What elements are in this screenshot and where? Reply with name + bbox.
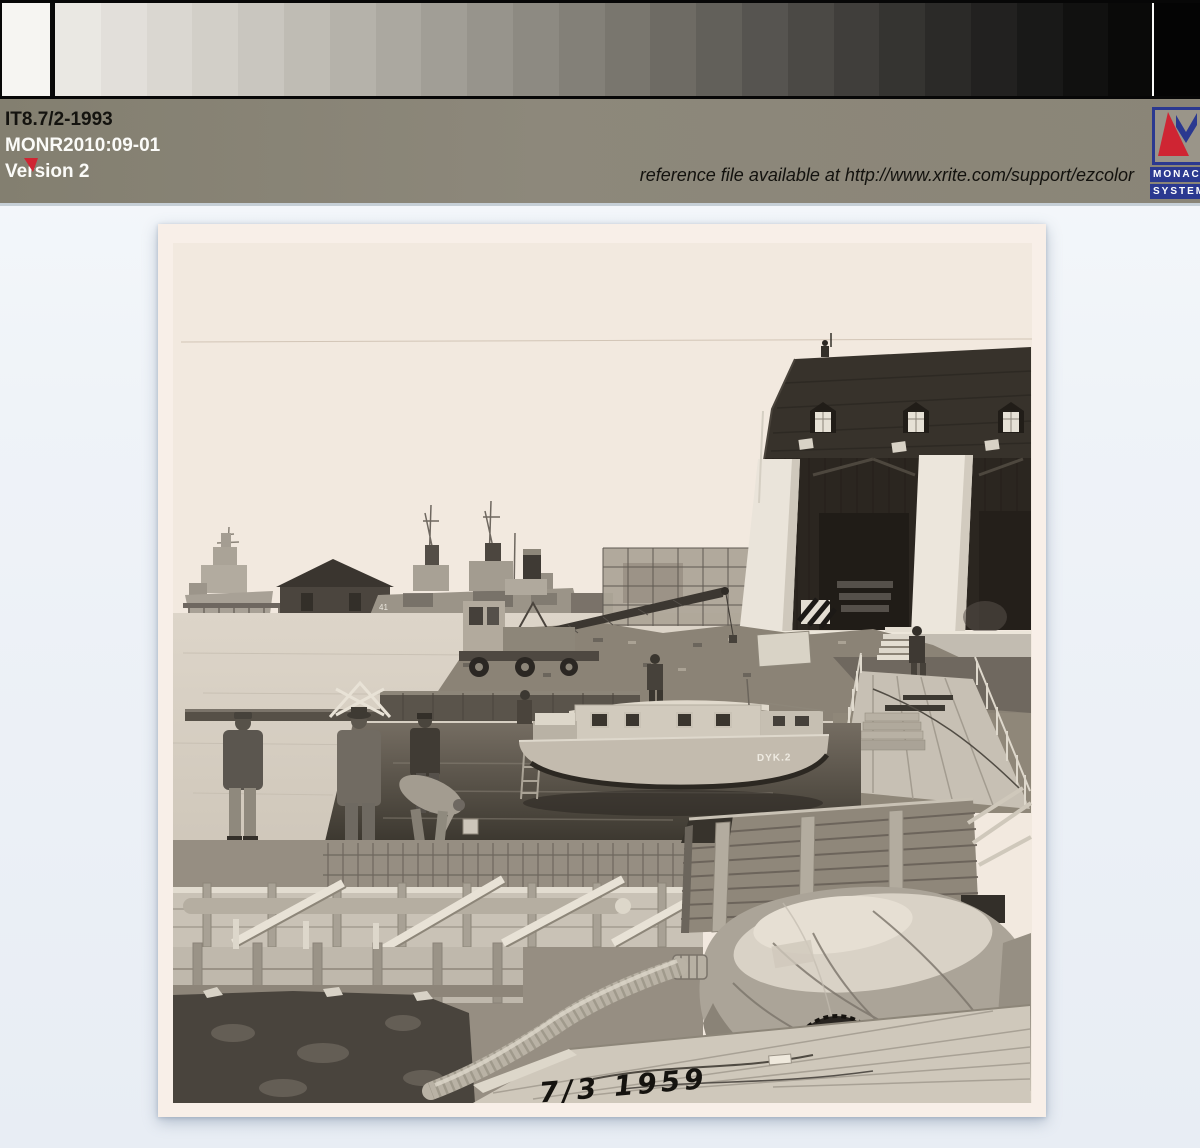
bucket — [463, 819, 478, 834]
gray-step-patch — [650, 3, 696, 96]
gray-step-patch — [1154, 3, 1200, 96]
wedge-separator-line — [1152, 3, 1154, 96]
gray-step-patch — [925, 3, 971, 96]
grayscale-wedge — [55, 3, 1200, 96]
gray-step-patch — [238, 3, 284, 96]
white-crate — [757, 631, 811, 667]
gray-step-patch — [330, 3, 376, 96]
calibration-target-id: MONR2010:09-01 — [5, 133, 160, 159]
gray-step-patch — [559, 3, 605, 96]
photograph: 41 — [173, 243, 1032, 1103]
ship-hull-number: 41 — [379, 603, 388, 612]
boat-name-text: DYK.2 — [757, 752, 792, 764]
calibration-standard-label: IT8.7/2-1993 — [5, 107, 160, 133]
gray-step-patch — [284, 3, 330, 96]
grayscale-wedge-row — [0, 0, 1200, 99]
calibration-label-bar: IT8.7/2-1993 MONR2010:09-01 Version 2 re… — [0, 99, 1200, 206]
gray-step-patch — [1017, 3, 1063, 96]
scanned-archive-page: IT8.7/2-1993 MONR2010:09-01 Version 2 re… — [0, 0, 1200, 1148]
monaco-logo-line1: MONACO — [1150, 167, 1200, 182]
gray-step-patch — [742, 3, 788, 96]
calibration-target: IT8.7/2-1993 MONR2010:09-01 Version 2 re… — [0, 0, 1200, 205]
gray-step-patch — [421, 3, 467, 96]
gray-step-patch — [605, 3, 651, 96]
white-reference-patch — [2, 3, 53, 96]
monaco-logo-red-triangle-icon — [24, 158, 38, 172]
photo-paper: 41 — [158, 224, 1046, 1117]
gray-step-patch — [1108, 3, 1154, 96]
gray-step-patch — [879, 3, 925, 96]
gray-step-patch — [376, 3, 422, 96]
gray-step-patch — [55, 3, 101, 96]
gray-step-patch — [971, 3, 1017, 96]
gray-step-patch — [834, 3, 880, 96]
monaco-logo-mark-icon — [1155, 110, 1200, 162]
gray-step-patch — [696, 3, 742, 96]
gray-step-patch — [101, 3, 147, 96]
gray-step-patch — [467, 3, 513, 96]
reference-file-note: reference file available at http://www.x… — [640, 165, 1134, 186]
monaco-logo-icon — [1152, 107, 1200, 165]
monaco-logo-line2: SYSTEMS — [1150, 184, 1200, 199]
gray-step-patch — [788, 3, 834, 96]
gray-step-patch — [1063, 3, 1109, 96]
gray-step-patch — [513, 3, 559, 96]
shrub — [963, 601, 1007, 633]
gray-step-patch — [147, 3, 193, 96]
photo-scene: 41 — [173, 243, 1032, 1103]
hazard-striped-sign — [799, 599, 835, 627]
gray-step-patch — [192, 3, 238, 96]
monaco-systems-logo: MONACO SYSTEMS — [1136, 107, 1200, 199]
